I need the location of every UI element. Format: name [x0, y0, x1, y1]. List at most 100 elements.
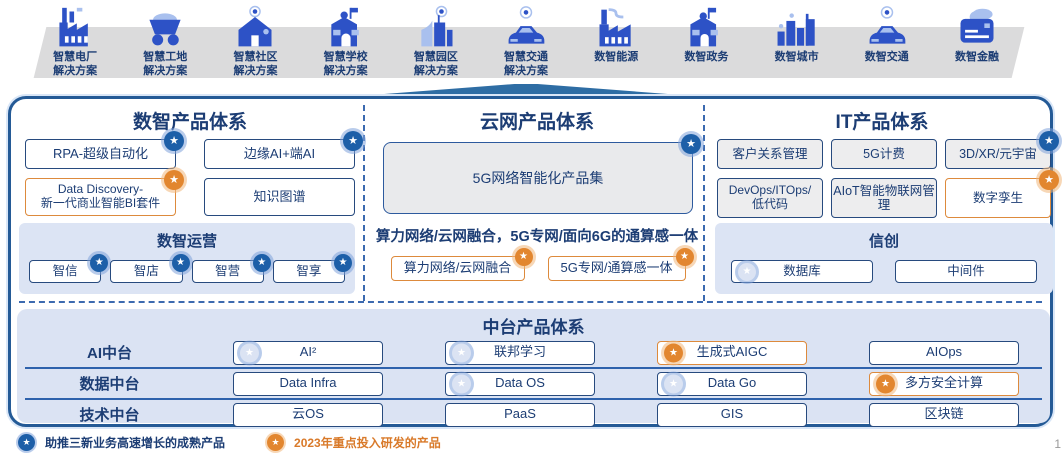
product-architecture-box: 数智产品体系 RPA-超级自动化 ★ 边缘AI+端AI ★ Data Disco… — [8, 96, 1053, 427]
banner-label: 解决方案 — [53, 65, 97, 79]
banner-item-smart-community: 智慧社区 解决方案 — [210, 3, 300, 89]
chip-computing-network: 算力网络/云网融合 ★ — [391, 256, 525, 281]
cloud-subtitle: 算力网络/云网融合，5G专网/面向6G的通算感一体 — [369, 225, 705, 246]
chip-aiot: AIoT智能物联网管理 — [831, 178, 937, 218]
row-divider — [19, 301, 1042, 303]
banner-item-smart-power: 智慧电厂 解决方案 — [30, 3, 120, 89]
banner-label: 智慧电厂 — [53, 51, 97, 65]
blue-star-icon: ★ — [1039, 131, 1059, 151]
chip-gis: GIS — [657, 403, 807, 427]
cloud-panel-title: 云网产品体系 — [369, 107, 705, 134]
column-divider — [703, 105, 705, 301]
digital-chip-grid: RPA-超级自动化 ★ 边缘AI+端AI ★ Data Discovery- 新… — [25, 139, 357, 216]
chip-3d-xr-metaverse: 3D/XR/元宇宙 ★ — [945, 139, 1051, 169]
banner-item-digital-energy: 数智能源 — [571, 3, 661, 89]
chip-zhixiang: 智享 ★ — [273, 260, 345, 283]
connected-car-icon — [864, 3, 910, 51]
chip-blockchain: 区块链 — [869, 403, 1019, 427]
chip-5g-network-intelligence: 5G网络智能化产品集 ★ — [383, 142, 693, 214]
banner-item-digital-transport: 数智交通 — [842, 3, 932, 89]
banner-label: 智慧园区 — [414, 51, 458, 65]
chip-5g-billing: 5G计费 — [831, 139, 937, 169]
bank-card-icon — [954, 3, 1000, 51]
banner-label: 智慧工地 — [143, 51, 187, 65]
digital-ops-subpanel: 数智运营 智信 ★ 智店 ★ 智营 ★ 智享 ★ — [19, 223, 355, 294]
banner-item-smart-site: 智慧工地 解决方案 — [120, 3, 210, 89]
banner-label: 解决方案 — [414, 65, 458, 79]
blue-star-icon: ★ — [452, 374, 471, 393]
chip-zhiying: 智营 ★ — [192, 260, 264, 283]
digital-ops-chips: 智信 ★ 智店 ★ 智营 ★ 智享 ★ — [29, 260, 345, 283]
orange-star-icon: ★ — [1039, 170, 1059, 190]
xinchuang-title: 信创 — [715, 230, 1053, 251]
chip-data-infra: Data Infra — [233, 372, 383, 396]
row-label: 技术中台 — [79, 404, 139, 425]
blue-star-icon: ★ — [738, 263, 756, 281]
ai-platform-row: AI中台 AI² ★ 联邦学习 ★ 生成式AIGC ★ AIOps — [17, 338, 1050, 367]
orange-star-icon: ★ — [664, 343, 683, 362]
column-divider — [363, 105, 365, 301]
banner-item-smart-park: 智慧园区 解决方案 — [391, 3, 481, 89]
banner-label: 数智金融 — [955, 51, 999, 65]
chip-data-discovery: Data Discovery- 新一代商业智能BI套件 ★ — [25, 178, 176, 216]
campus-icon — [413, 3, 459, 51]
banner-label: 解决方案 — [324, 65, 368, 79]
tech-platform-row: 技术中台 云OS PaaS GIS 区块链 — [17, 400, 1050, 429]
banner-item-digital-city: 数智城市 — [752, 3, 842, 89]
blue-star-icon: ★ — [253, 254, 271, 272]
mid-platform-panel: 中台产品体系 AI中台 AI² ★ 联邦学习 ★ 生成式AIGC ★ AIOps… — [17, 309, 1050, 423]
chip-federated-learning: 联邦学习 ★ — [445, 341, 595, 365]
chip-paas: PaaS — [445, 403, 595, 427]
legend-orange-label: 2023年重点投入研发的产品 — [294, 434, 441, 451]
chip-middleware: 中间件 — [895, 260, 1037, 283]
banner-item-smart-traffic: 智慧交通 解决方案 — [481, 3, 571, 89]
chip-devops: DevOps/ITOps/ 低代码 — [717, 178, 823, 218]
banner-label: 智慧交通 — [504, 51, 548, 65]
banner-label: 解决方案 — [143, 65, 187, 79]
government-building-icon — [683, 3, 729, 51]
banner-item-smart-school: 智慧学校 解决方案 — [301, 3, 391, 89]
blue-star-icon: ★ — [343, 131, 363, 151]
chip-mpc: 多方安全计算 ★ — [869, 372, 1019, 396]
legend: ★ 助推三新业务高速增长的成熟产品 ★ 2023年重点投入研发的产品 — [18, 434, 441, 451]
digital-ops-title: 数智运营 — [19, 230, 355, 251]
chip-aiops: AIOps — [869, 341, 1019, 365]
chip-5g-private-network: 5G专网/通算感一体 ★ — [548, 256, 686, 281]
solution-banner: 智慧电厂 解决方案 智慧工地 解决方案 智慧社区 解决方案 智慧学校 解决方案 … — [30, 3, 1022, 89]
orange-star-icon: ★ — [876, 374, 895, 393]
banner-label: 解决方案 — [504, 65, 548, 79]
row-label: AI中台 — [87, 342, 132, 363]
city-skyline-icon — [774, 3, 820, 51]
it-panel-title: IT产品体系 — [711, 107, 1053, 134]
chip-ai2: AI² ★ — [233, 341, 383, 365]
chip-crm: 客户关系管理 — [717, 139, 823, 169]
chip-data-os: Data OS ★ — [445, 372, 595, 396]
blue-star-icon: ★ — [240, 343, 259, 362]
page-number: 1 — [1054, 437, 1061, 451]
chip-data-go: Data Go ★ — [657, 372, 807, 396]
banner-item-digital-gov: 数智政务 — [661, 3, 751, 89]
blue-star-icon: ★ — [681, 134, 701, 154]
banner-label: 数智城市 — [775, 51, 819, 65]
chip-zhixin: 智信 ★ — [29, 260, 101, 283]
data-platform-row: 数据中台 Data Infra Data OS ★ Data Go ★ 多方安全… — [17, 369, 1050, 398]
legend-blue-label: 助推三新业务高速增长的成熟产品 — [45, 434, 225, 451]
mid-platform-title: 中台产品体系 — [17, 313, 1050, 338]
banner-label: 解决方案 — [233, 65, 277, 79]
blue-star-icon: ★ — [18, 434, 35, 451]
chip-edge-ai: 边缘AI+端AI ★ — [204, 139, 355, 169]
factory-icon — [52, 3, 98, 51]
xinchuang-subpanel: 信创 数据库 ★ 中间件 — [715, 223, 1053, 294]
chip-zhidian: 智店 ★ — [110, 260, 182, 283]
orange-star-icon: ★ — [164, 170, 184, 190]
blue-star-icon: ★ — [164, 131, 184, 151]
orange-star-icon: ★ — [515, 248, 533, 266]
blue-star-icon: ★ — [172, 254, 190, 272]
banner-label: 智慧学校 — [324, 51, 368, 65]
row-label: 数据中台 — [79, 373, 139, 394]
mining-cart-icon — [142, 3, 188, 51]
digital-panel-title: 数智产品体系 — [17, 107, 363, 134]
school-icon — [323, 3, 369, 51]
banner-item-digital-finance: 数智金融 — [932, 3, 1022, 89]
cloud-chip-row: 算力网络/云网融合 ★ 5G专网/通算感一体 ★ — [383, 256, 693, 281]
